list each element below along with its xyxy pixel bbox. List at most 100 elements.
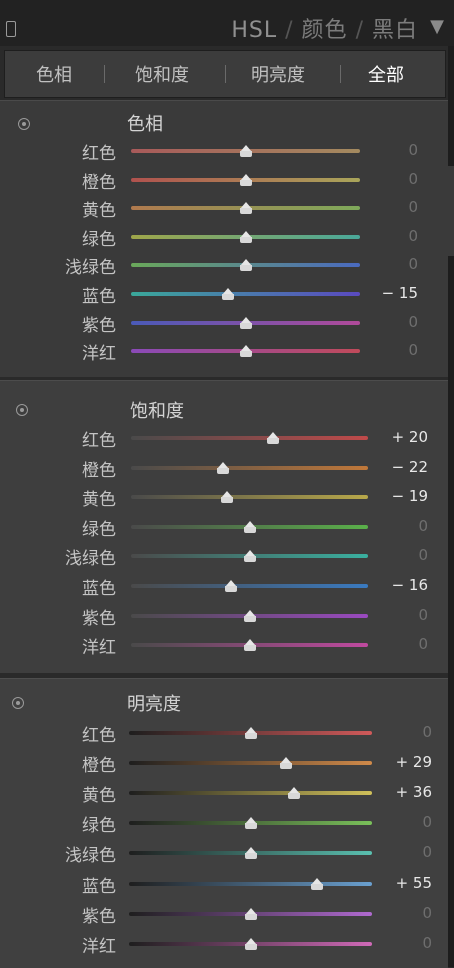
title-separator: / [355,18,364,43]
slider-track[interactable] [129,761,372,765]
slider-value[interactable]: 0 [408,170,418,188]
slider-thumb[interactable] [240,345,252,357]
bw-mode-link[interactable]: 黑白 [372,18,418,43]
hue-section-title: 色相 [127,114,163,135]
slider-track[interactable] [131,292,360,296]
slider-track[interactable] [129,791,372,795]
slider-value[interactable]: 0 [418,517,428,535]
collapse-arrow-icon[interactable]: ▼ [430,16,444,37]
slider-value[interactable]: 0 [408,341,418,359]
slider-thumb[interactable] [244,610,256,622]
slider-thumb[interactable] [244,639,256,651]
slider-value[interactable]: 0 [408,141,418,159]
slider-track[interactable] [129,882,372,886]
tab-divider [104,65,105,83]
slider-label: 红色 [82,144,116,164]
slider-label: 绿色 [82,520,116,540]
slider-thumb[interactable] [280,757,292,769]
slider-label: 浅绿色 [65,258,116,278]
slider-track[interactable] [131,436,368,440]
slider-label: 绿色 [82,230,116,250]
slider-label: 橙色 [82,461,116,481]
tab-divider [340,65,341,83]
slider-label: 蓝色 [82,579,116,599]
slider-value[interactable]: 0 [422,723,432,741]
slider-label: 蓝色 [82,287,116,307]
tab-hue[interactable]: 色相 [36,61,72,87]
tab-luminance[interactable]: 明亮度 [251,61,305,87]
slider-thumb[interactable] [311,878,323,890]
slider-thumb[interactable] [240,145,252,157]
tab-all[interactable]: 全部 [368,61,404,87]
panel-handle-icon[interactable] [6,21,16,37]
slider-label: 红色 [82,431,116,451]
luminance-section-title: 明亮度 [127,694,181,715]
slider-label: 黄色 [82,490,116,510]
slider-thumb[interactable] [240,317,252,329]
slider-label: 蓝色 [82,877,116,897]
slider-thumb[interactable] [240,231,252,243]
slider-value[interactable]: + 20 [392,428,428,446]
saturation-section-title: 饱和度 [130,401,184,422]
slider-thumb[interactable] [244,550,256,562]
scrollbar-thumb[interactable] [448,166,454,256]
slider-value[interactable]: 0 [422,904,432,922]
scrollbar[interactable] [448,46,454,967]
slider-track[interactable] [131,495,368,499]
slider-thumb[interactable] [217,462,229,474]
slider-value[interactable]: − 15 [382,284,418,302]
slider-thumb[interactable] [245,908,257,920]
slider-value[interactable]: 0 [418,606,428,624]
color-mode-link[interactable]: 颜色 [302,18,348,43]
slider-label: 洋红 [82,638,116,658]
slider-value[interactable]: 0 [422,934,432,952]
slider-value[interactable]: 0 [418,635,428,653]
slider-label: 橙色 [82,173,116,193]
title-separator: / [285,18,294,43]
slider-thumb[interactable] [244,521,256,533]
slider-value[interactable]: 0 [408,227,418,245]
slider-thumb[interactable] [267,432,279,444]
slider-track[interactable] [131,584,368,588]
tab-saturation[interactable]: 饱和度 [135,61,189,87]
slider-value[interactable]: 0 [422,813,432,831]
panel-header: HSL / 颜色 / 黑白 ▼ [0,0,454,46]
slider-label: 红色 [82,726,116,746]
slider-value[interactable]: 0 [418,546,428,564]
slider-value[interactable]: + 36 [396,783,432,801]
slider-value[interactable]: 0 [408,198,418,216]
slider-thumb[interactable] [245,847,257,859]
luminance-target-adjust-icon[interactable] [12,697,24,709]
slider-label: 紫色 [82,316,116,336]
panel-title: HSL / 颜色 / 黑白 [231,12,418,44]
slider-value[interactable]: − 22 [392,458,428,476]
hsl-mode-link[interactable]: HSL [231,18,277,43]
slider-value[interactable]: − 16 [392,576,428,594]
slider-thumb[interactable] [240,174,252,186]
slider-label: 紫色 [82,609,116,629]
slider-thumb[interactable] [222,288,234,300]
slider-thumb[interactable] [245,938,257,950]
slider-value[interactable]: 0 [422,843,432,861]
slider-track[interactable] [131,466,368,470]
slider-thumb[interactable] [240,259,252,271]
slider-thumb[interactable] [288,787,300,799]
slider-thumb[interactable] [221,491,233,503]
slider-thumb[interactable] [245,727,257,739]
slider-value[interactable]: 0 [408,255,418,273]
saturation-target-adjust-icon[interactable] [16,404,28,416]
slider-thumb[interactable] [225,580,237,592]
slider-thumb[interactable] [240,202,252,214]
slider-value[interactable]: + 29 [396,753,432,771]
slider-label: 绿色 [82,816,116,836]
hue-target-adjust-icon[interactable] [18,118,30,130]
slider-thumb[interactable] [245,817,257,829]
slider-value[interactable]: − 19 [392,487,428,505]
slider-label: 黄色 [82,786,116,806]
slider-label: 黄色 [82,201,116,221]
slider-value[interactable]: + 55 [396,874,432,892]
hsl-tab-bar: 色相 饱和度 明亮度 全部 [4,50,446,98]
slider-label: 浅绿色 [65,846,116,866]
slider-label: 浅绿色 [65,549,116,569]
slider-value[interactable]: 0 [408,313,418,331]
